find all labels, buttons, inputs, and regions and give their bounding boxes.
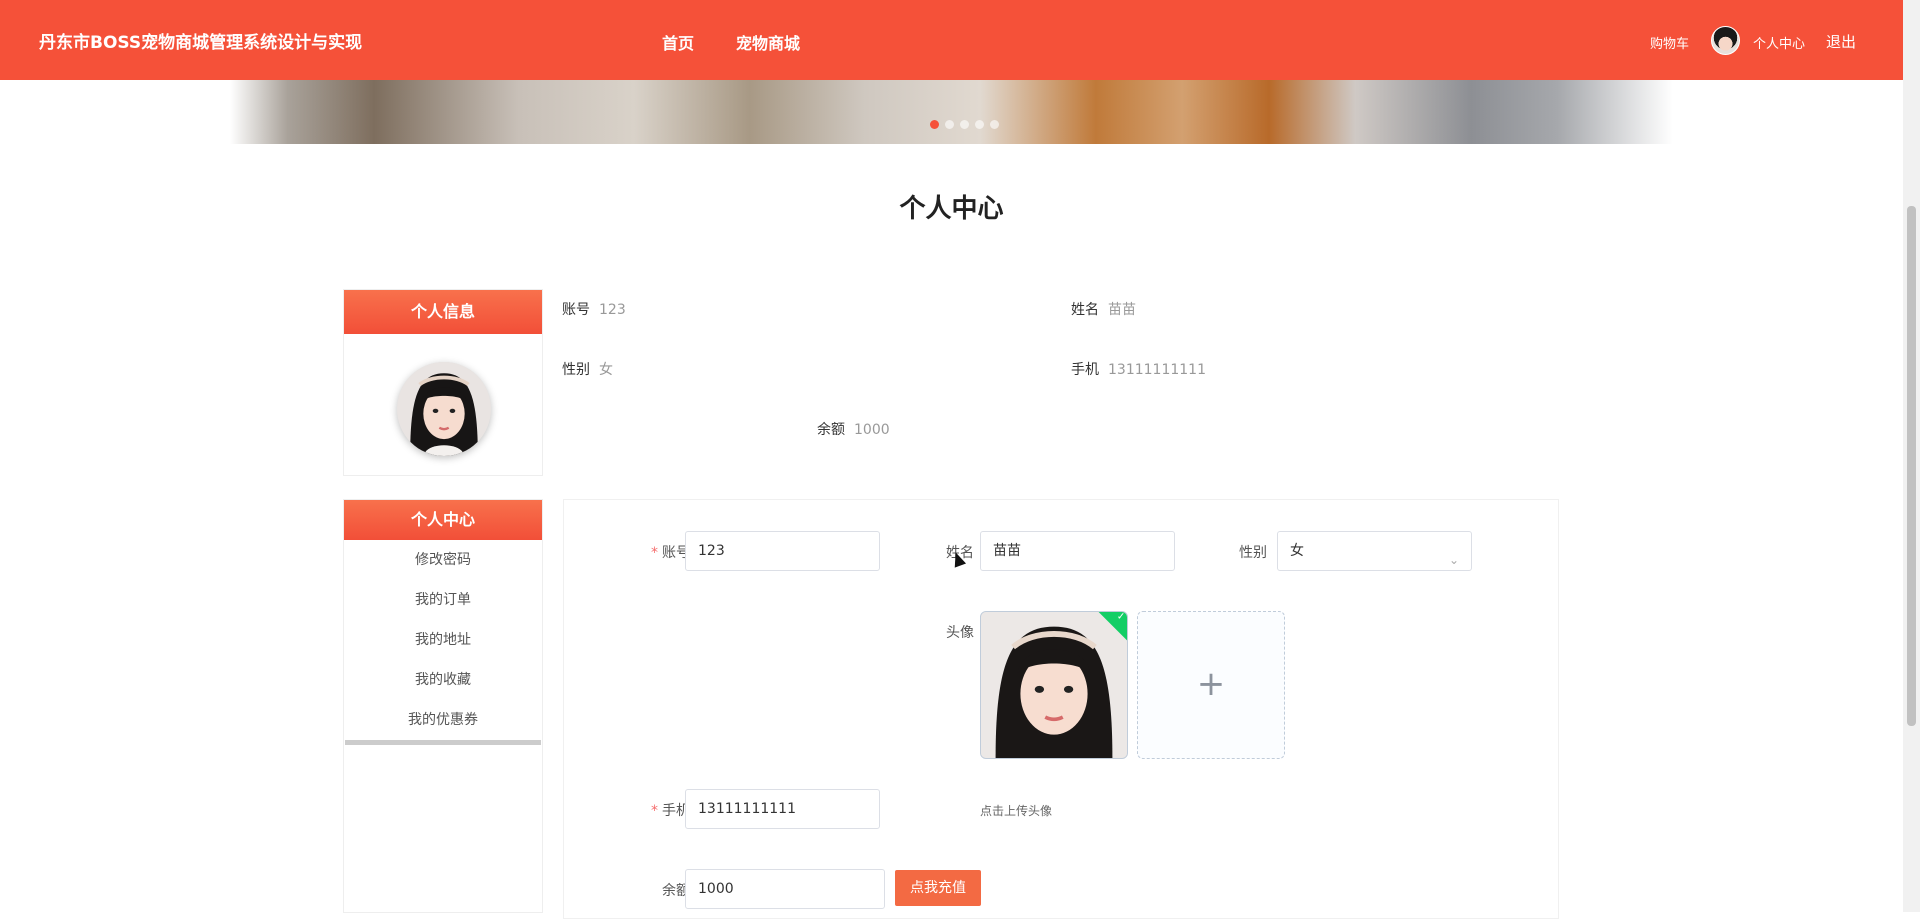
carousel-dot[interactable]	[975, 120, 984, 129]
chevron-down-icon: ⌄	[1448, 553, 1459, 567]
gender-select-value: 女	[1290, 543, 1304, 559]
info-phone: 手机 13111111111	[1071, 359, 1206, 379]
info-phone-label: 手机	[1071, 362, 1099, 378]
info-gender-value: 女	[599, 362, 613, 378]
check-icon: ✓	[1116, 611, 1126, 623]
nav-pet-mall[interactable]: 宠物商城	[736, 30, 800, 54]
carousel-indicators[interactable]	[930, 114, 1005, 133]
profile-edit-form: * 账号 123 姓名 苗苗 性别 女 ⌄ 头像 ✓ + 点击上传头像 * 手机 1…	[563, 499, 1559, 919]
info-phone-value: 13111111111	[1108, 362, 1206, 378]
top-navbar: 丹东市BOSS宠物商城管理系统设计与实现 首页 宠物商城 购物车 个人中心 退出	[0, 0, 1903, 80]
info-name-value: 苗苗	[1108, 302, 1136, 318]
balance-label: 余额	[662, 883, 690, 899]
header-avatar[interactable]	[1711, 26, 1740, 55]
profile-avatar	[397, 362, 491, 456]
info-gender: 性别女	[562, 359, 613, 379]
info-balance: 余额 1000	[817, 419, 890, 439]
carousel-dot[interactable]	[990, 120, 999, 129]
site-title: 丹东市BOSS宠物商城管理系统设计与实现	[39, 33, 363, 53]
logout-link[interactable]: 退出	[1826, 31, 1856, 52]
menu-item-my-orders[interactable]: 我的订单	[344, 580, 542, 620]
uploaded-avatar[interactable]: ✓	[980, 611, 1128, 759]
account-input[interactable]: 123	[685, 531, 880, 571]
upload-tip: 点击上传头像	[980, 804, 1053, 818]
menu-item-change-password[interactable]: 修改密码	[344, 540, 542, 580]
carousel-dot[interactable]	[930, 120, 939, 129]
info-balance-label: 余额	[817, 422, 845, 438]
gender-select[interactable]: 女 ⌄	[1277, 531, 1472, 571]
info-name-label: 姓名	[1071, 302, 1099, 318]
phone-input[interactable]: 13111111111	[685, 789, 880, 829]
uploaded-portrait-image	[981, 612, 1127, 758]
page-scrollbar[interactable]	[1903, 0, 1920, 912]
portrait-image	[397, 362, 491, 456]
profile-card: 个人信息	[343, 289, 543, 476]
carousel-dot[interactable]	[960, 120, 969, 129]
phone-label: * 手机	[651, 803, 690, 819]
info-account-value: 123	[599, 302, 626, 318]
info-balance-value: 1000	[854, 422, 890, 438]
avatar-upload-button[interactable]: +	[1137, 611, 1285, 759]
info-account: 账号 123	[562, 299, 626, 319]
user-center-link[interactable]: 个人中心	[1753, 33, 1805, 52]
menu-item-my-address[interactable]: 我的地址	[344, 620, 542, 660]
cart-link[interactable]: 购物车	[1650, 33, 1689, 52]
menu-title: 个人中心	[344, 500, 542, 540]
balance-input[interactable]: 1000	[685, 869, 885, 909]
plus-icon: +	[1196, 664, 1226, 704]
recharge-button[interactable]: 点我充值	[895, 870, 981, 906]
banner-carousel	[230, 80, 1673, 144]
account-label: * 账号	[651, 545, 690, 561]
name-input[interactable]: 苗苗	[980, 531, 1175, 571]
info-name: 姓名 苗苗	[1071, 299, 1136, 319]
scrollbar-thumb[interactable]	[1907, 206, 1916, 726]
page-title: 个人中心	[899, 194, 1004, 224]
avatar-label: 头像	[946, 625, 974, 641]
info-account-label: 账号	[562, 302, 590, 318]
menu-item-my-coupons[interactable]: 我的优惠券	[344, 700, 542, 740]
carousel-dot[interactable]	[945, 120, 954, 129]
gender-label: 性别	[1239, 545, 1267, 561]
info-gender-label: 性别	[562, 362, 590, 378]
nav-home[interactable]: 首页	[662, 30, 694, 54]
profile-card-title: 个人信息	[344, 290, 542, 334]
user-center-menu: 个人中心 修改密码 我的订单 我的地址 我的收藏 我的优惠券	[343, 499, 543, 913]
menu-scroll-bar	[345, 740, 541, 745]
menu-item-my-favorites[interactable]: 我的收藏	[344, 660, 542, 700]
